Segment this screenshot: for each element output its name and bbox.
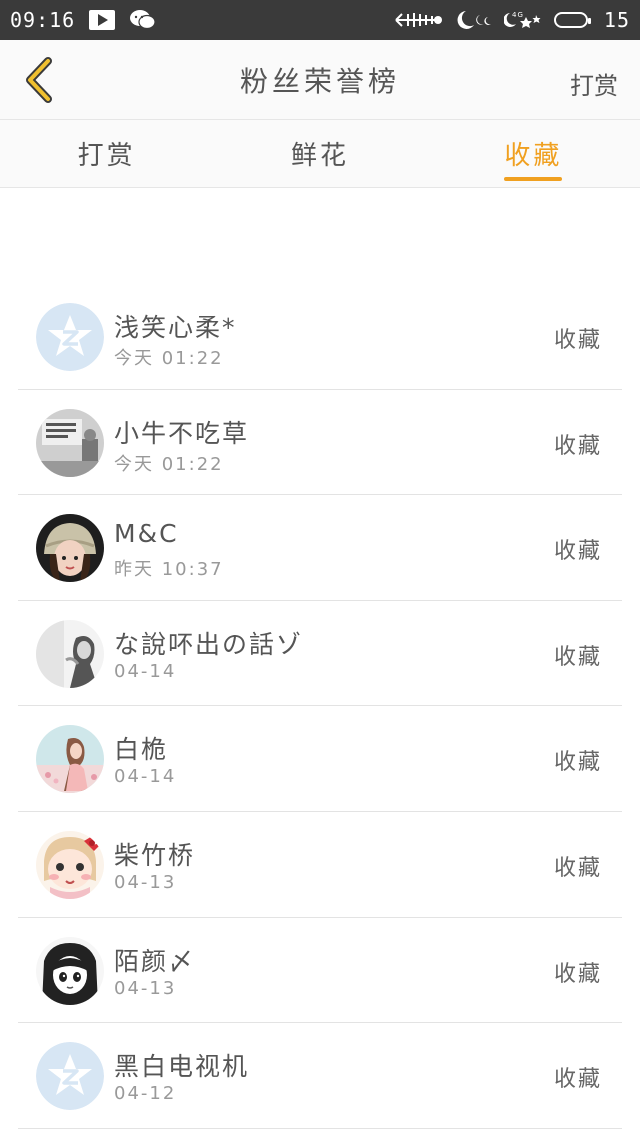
fan-time: 04-12 <box>114 1083 177 1105</box>
moon-icon <box>454 9 494 31</box>
fan-action: 收藏 <box>553 1067 602 1093</box>
avatar <box>36 408 104 477</box>
chevron-left-icon <box>26 57 52 103</box>
tab-flowers[interactable]: 鲜花 <box>213 120 426 187</box>
fan-time: 04-13 <box>114 977 177 999</box>
svg-text:4G: 4G <box>512 11 524 19</box>
fan-name: 小牛不吃草 <box>114 418 250 448</box>
tip-button[interactable]: 打赏 <box>570 66 618 101</box>
fan-action: 收藏 <box>553 433 602 459</box>
avatar <box>36 936 104 1005</box>
tab-favorites[interactable]: 收藏 <box>427 120 640 187</box>
fan-action: 收藏 <box>553 855 602 881</box>
fishbone-icon <box>394 10 444 30</box>
signal-4g-icon: 4G <box>503 9 544 31</box>
fan-time: 今天 01:22 <box>114 453 224 475</box>
fan-name: 柴竹桥 <box>114 840 196 870</box>
fan-list: 浅笑心柔* 今天 01:22 收藏 小牛不吃草 今天 01:22 收藏 M&C … <box>18 284 622 1129</box>
list-item[interactable]: 浅笑心柔* 今天 01:22 收藏 <box>18 284 622 390</box>
avatar <box>36 303 104 371</box>
avatar <box>36 830 104 899</box>
status-bar: 09:16 4G 15 <box>0 0 640 40</box>
list-item[interactable]: な說吥出の話ゾ 04-14 收藏 <box>18 601 622 707</box>
avatar <box>36 725 104 794</box>
list-item[interactable]: 柴竹桥 04-13 收藏 <box>18 812 622 918</box>
fan-name: な說吥出の話ゾ <box>114 629 304 659</box>
fan-name: 浅笑心柔* <box>114 313 237 342</box>
page-title: 粉丝荣誉榜 <box>239 64 400 98</box>
fan-name: 白桅 <box>114 735 169 765</box>
avatar <box>36 619 104 688</box>
fan-action: 收藏 <box>553 750 602 776</box>
list-item[interactable]: 白桅 04-14 收藏 <box>18 706 622 812</box>
fan-action: 收藏 <box>553 328 602 353</box>
fan-time: 今天 01:22 <box>114 348 224 369</box>
status-time: 09:16 <box>10 8 76 32</box>
fan-action: 收藏 <box>553 539 602 565</box>
fan-time: 04-13 <box>114 871 177 893</box>
tab-bar: 打赏 鲜花 收藏 <box>0 120 640 188</box>
list-item[interactable]: 黑白电视机 04-12 收藏 <box>18 1023 622 1129</box>
fan-name: 陌颜〆 <box>114 946 196 976</box>
list-item[interactable]: 陌颜〆 04-13 收藏 <box>18 918 622 1024</box>
battery-icon <box>553 12 591 28</box>
avatar <box>36 1042 104 1111</box>
fan-name: 黑白电视机 <box>114 1052 250 1082</box>
battery-level: 15 <box>603 8 630 32</box>
video-play-icon <box>89 10 116 30</box>
list-item[interactable]: M&C 昨天 10:37 收藏 <box>18 495 622 601</box>
fan-time: 昨天 10:37 <box>114 559 224 581</box>
title-bar: 粉丝荣誉榜 打赏 <box>0 40 640 120</box>
fan-action: 收藏 <box>553 961 602 987</box>
avatar <box>36 514 104 583</box>
fan-name: M&C <box>114 519 179 549</box>
fan-action: 收藏 <box>553 644 602 670</box>
list-item[interactable]: 小牛不吃草 今天 01:22 收藏 <box>18 390 622 496</box>
tab-tip[interactable]: 打赏 <box>0 120 213 187</box>
fan-time: 04-14 <box>114 766 177 788</box>
wechat-icon <box>129 9 156 31</box>
fan-time: 04-14 <box>114 660 177 682</box>
back-button[interactable] <box>14 56 62 104</box>
